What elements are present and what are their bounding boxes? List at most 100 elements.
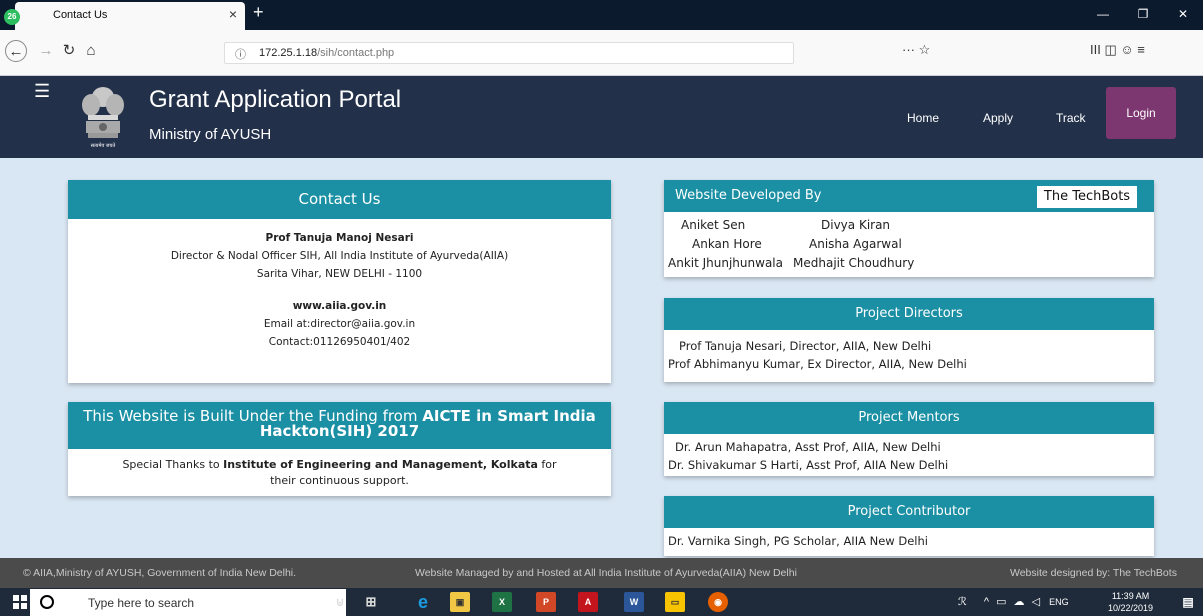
browser-tab[interactable]: 26 Contact Us × [4,2,245,30]
contact-website[interactable]: www.aiia.gov.in [68,297,611,315]
login-button[interactable]: Login [1106,87,1176,139]
page-actions-icon[interactable]: ··· ☆ [902,42,930,58]
contributor-card: Project Contributor Dr. Varnika Singh, P… [664,496,1154,556]
footer-hosted: Website Managed by and Hosted at All Ind… [415,567,797,579]
contact-phone: Contact:01126950401/402 [268,336,411,348]
contact-email[interactable]: Email at:director@aiia.gov.in [68,315,611,333]
taskbar-search-placeholder: Type here to search [88,596,195,610]
powerpoint-icon[interactable]: P [536,592,556,612]
forward-icon[interactable]: → [35,40,57,62]
taskbar-clock[interactable]: 11:39 AM 10/22/2019 [1108,590,1153,614]
contact-name: Prof Tanuja Manoj Nesari [265,232,414,244]
developer-name: Medhajit Choudhury [793,256,915,270]
contributor-title: Project Contributor [664,496,1154,528]
list-item: Dr. Shivakumar S Harti, Asst Prof, AIIA … [668,458,949,472]
mentors-card: Project Mentors Dr. Arun Mahapatra, Asst… [664,402,1154,476]
file-explorer-icon[interactable]: ▭ [665,592,685,612]
site-header: ☰ सत्यमेव जयते Grant Application Portal … [0,76,1203,158]
list-item: Dr. Arun Mahapatra, Asst Prof, AIIA, New… [675,440,941,454]
cortana-icon [40,595,54,609]
url-text: 172.25.1.18/sih/contact.php [259,47,394,59]
funding-card-title: This Website is Built Under the Funding … [68,402,611,449]
developer-name: Anisha Agarwal [809,237,902,251]
contact-role: Director & Nodal Officer SIH, All India … [170,250,509,262]
mentors-list: Dr. Arun Mahapatra, Asst Prof, AIIA, New… [664,434,1154,474]
developer-name: Ankit Jhunjhunwala [668,256,783,270]
hamburger-menu-icon[interactable]: ☰ [34,81,50,102]
contributor-list: Dr. Varnika Singh, PG Scholar, AIIA New … [664,528,1154,550]
input-language[interactable]: ENG [1049,597,1069,607]
volume-muted-icon[interactable]: ◁ [1032,596,1040,608]
back-icon[interactable]: ← [5,40,27,62]
home-icon[interactable]: ⌂ [80,40,102,62]
url-bar[interactable]: ⓘ 172.25.1.18/sih/contact.php [224,42,794,64]
contact-body: Prof Tanuja Manoj Nesari Director & Noda… [68,229,611,351]
store-icon[interactable]: ▣ [450,592,470,612]
notifications-icon[interactable]: ▤ [1178,592,1198,612]
acrobat-icon[interactable]: A [578,592,598,612]
site-title: Grant Application Portal [149,86,402,113]
footer-designed: Website designed by: The TechBots [1010,567,1177,579]
developer-name: Ankan Hore [692,237,762,251]
site-info-icon[interactable]: ⓘ [235,46,246,62]
restore-icon[interactable]: ❐ [1123,0,1163,30]
url-host: 172.25.1.18 [259,47,318,59]
nav-home[interactable]: Home [907,111,939,125]
show-hidden-icons-icon[interactable]: ^ [984,596,989,608]
nav-track[interactable]: Track [1056,111,1086,125]
contact-card-title: Contact Us [68,180,611,219]
site-subtitle: Ministry of AYUSH [149,126,272,143]
new-tab-button[interactable]: + [253,2,264,23]
edge-icon[interactable]: e [413,592,433,612]
developers-title: Website Developed By [675,188,822,203]
reload-icon[interactable]: ↻ [58,40,80,62]
toolbar-icons[interactable]: III ◫ ☺ ≡ [1090,42,1145,58]
site-footer: © AIIA,Ministry of AYUSH, Government of … [0,558,1203,588]
excel-icon[interactable]: X [492,592,512,612]
team-name-badge: The TechBots [1037,186,1137,208]
developer-name: Aniket Sen [681,218,746,232]
nav-apply[interactable]: Apply [983,111,1013,125]
word-icon[interactable]: W [624,592,644,612]
thanks-prefix: Special Thanks to [122,458,224,471]
contact-card: Contact Us Prof Tanuja Manoj Nesari Dire… [68,180,611,383]
funding-card: This Website is Built Under the Funding … [68,402,611,496]
task-view-icon[interactable]: ⊞ [361,592,381,612]
browser-toolbar: ← → ↻ ⌂ ⓘ 172.25.1.18/sih/contact.php ··… [0,30,1203,76]
directors-title: Project Directors [664,298,1154,330]
windows-taskbar: Type here to search ⊍ ⊞ e ▣ X P A W ▭ ◉ … [0,588,1203,616]
clock-time: 11:39 AM [1111,591,1150,601]
developers-card: Website Developed By The TechBots Aniket… [664,180,1154,277]
window-controls: — ❐ ✕ [1083,0,1203,30]
footer-copyright: © AIIA,Ministry of AYUSH, Government of … [23,567,297,579]
national-emblem-icon: सत्यमेव जयते [82,87,124,149]
url-path: /sih/contact.php [317,47,395,59]
close-window-icon[interactable]: ✕ [1163,0,1203,30]
directors-list: Prof Tanuja Nesari, Director, AIIA, New … [664,330,1154,373]
network-icon[interactable]: ▭ [996,596,1006,608]
mentors-title: Project Mentors [664,402,1154,434]
system-tray[interactable]: ℛ ^ ▭ ☁ ◁ ENG [958,595,1069,608]
developer-name: Divya Kiran [821,218,891,232]
thanks-institute: Institute of Engineering and Management,… [223,458,538,471]
whatsapp-badge-icon: 26 [4,9,20,25]
people-icon[interactable]: ℛ [958,596,967,608]
taskbar-search[interactable]: Type here to search [30,589,346,616]
directors-card: Project Directors Prof Tanuja Nesari, Di… [664,298,1154,382]
list-item: Prof Abhimanyu Kumar, Ex Director, AIIA,… [668,357,967,371]
browser-tabbar: 26 Contact Us × + — ❐ ✕ [0,0,1203,30]
contact-address: Sarita Vihar, NEW DELHI - 1100 [256,268,423,280]
emblem-caption: सत्यमेव जयते [91,142,116,149]
developers-card-header: Website Developed By The TechBots [664,180,1154,212]
windows-start-icon[interactable] [13,595,27,609]
tab-title: Contact Us [53,9,108,21]
clock-date: 10/22/2019 [1108,603,1154,613]
microphone-icon[interactable]: ⊍ [330,592,350,612]
list-item: Prof Tanuja Nesari, Director, AIIA, New … [679,339,932,353]
minimize-icon[interactable]: — [1083,0,1123,30]
list-item: Dr. Varnika Singh, PG Scholar, AIIA New … [668,534,928,548]
onedrive-icon[interactable]: ☁ [1014,596,1025,608]
funding-thanks: Special Thanks to Institute of Engineeri… [68,449,611,489]
close-tab-icon[interactable]: × [229,6,237,22]
firefox-icon[interactable]: ◉ [708,592,728,612]
